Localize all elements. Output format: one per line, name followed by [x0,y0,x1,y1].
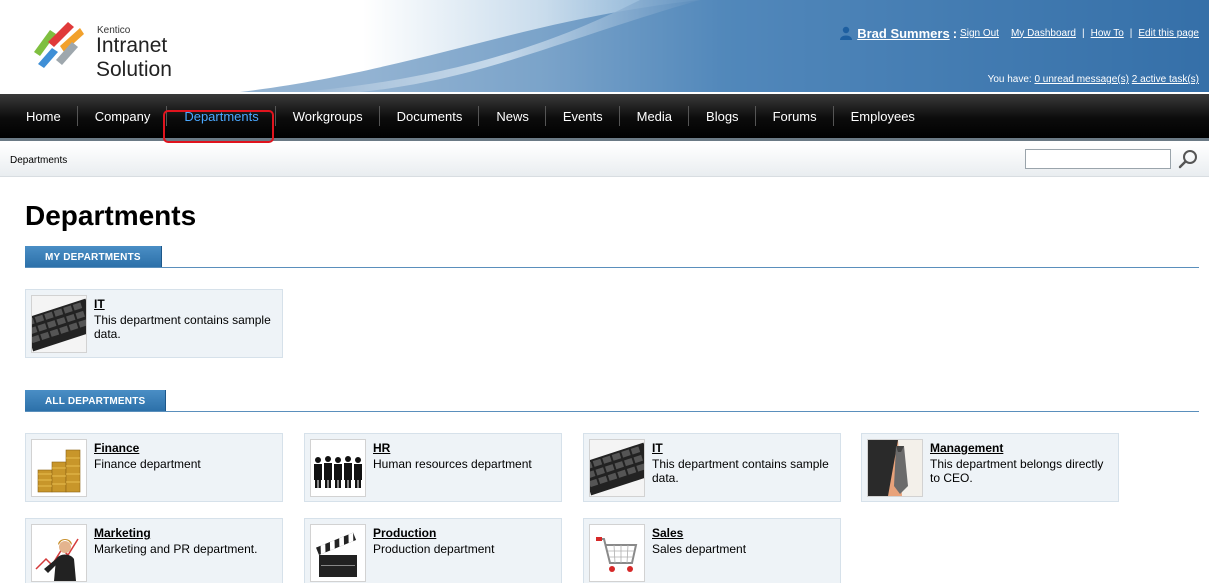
department-link-it[interactable]: IT [94,297,105,311]
department-description: This department contains sample data. [94,313,271,341]
department-description: Production department [373,542,495,556]
section-divider [25,267,1199,268]
logo-icon [34,22,84,68]
header: Kentico Intranet Solution Brad Summers :… [0,0,1209,92]
nav-media[interactable]: Media [620,94,690,138]
my-dashboard-link[interactable]: My Dashboard [1011,28,1076,39]
logo[interactable]: Kentico Intranet Solution [24,12,244,81]
you-have-label: You have: [987,74,1032,85]
tie-icon[interactable] [867,439,923,497]
shopping-cart-icon[interactable] [589,524,645,582]
breadcrumb[interactable]: Departments [10,155,67,166]
section-divider [25,411,1199,412]
department-link-finance[interactable]: Finance [94,441,139,455]
nav-forums[interactable]: Forums [756,94,834,138]
user-name-link[interactable]: Brad Summers [857,26,949,41]
department-link-production[interactable]: Production [373,526,436,540]
people-icon[interactable] [310,439,366,497]
user-icon [840,26,853,40]
nav-employees[interactable]: Employees [834,94,932,138]
nav-company[interactable]: Company [78,94,168,138]
clapperboard-icon[interactable] [310,524,366,582]
unread-messages-link[interactable]: 0 unread message(s) [1034,74,1129,85]
user-bar: Brad Summers : Sign Out My Dashboard | H… [839,24,1199,42]
department-card: Production Production department [304,518,562,583]
department-card: Marketing Marketing and PR department. [25,518,283,583]
nav-documents[interactable]: Documents [380,94,480,138]
separator: | [1082,27,1085,39]
page-title: Departments [25,200,197,231]
department-card: IT This department contains sample data. [25,289,283,358]
nav-workgroups[interactable]: Workgroups [276,94,380,138]
nav-events[interactable]: Events [546,94,620,138]
department-description: Marketing and PR department. [94,542,258,556]
department-description: This department contains sample data. [652,457,829,485]
department-card: IT This department contains sample data. [583,433,841,502]
how-to-link[interactable]: How To [1091,28,1124,39]
department-description: Human resources department [373,457,532,471]
department-card: Sales Sales department [583,518,841,583]
main-nav: Home Company Departments Workgroups Docu… [0,94,1209,141]
department-link-hr[interactable]: HR [373,441,390,455]
keyboard-icon[interactable] [31,295,87,353]
search-input[interactable] [1025,149,1171,169]
edit-page-link[interactable]: Edit this page [1138,28,1199,39]
brand-name: Intranet Solution [96,34,172,81]
department-link-sales[interactable]: Sales [652,526,683,540]
department-description: This department belongs directly to CEO. [930,457,1104,485]
department-card: HR Human resources department [304,433,562,502]
nav-departments[interactable]: Departments [167,94,277,138]
department-link-management[interactable]: Management [930,441,1003,455]
all-departments-tab: ALL DEPARTMENTS [25,390,167,412]
department-link-marketing[interactable]: Marketing [94,526,151,540]
tasks-bar: You have: 0 unread message(s) 2 active t… [988,74,1199,85]
nav-blogs[interactable]: Blogs [689,94,756,138]
my-departments-tab: MY DEPARTMENTS [25,246,162,268]
keyboard-icon[interactable] [589,439,645,497]
colon: : [952,25,958,41]
nav-news[interactable]: News [479,94,546,138]
coins-icon[interactable] [31,439,87,497]
marketing-icon[interactable] [31,524,87,582]
department-description: Sales department [652,542,747,556]
department-card: Finance Finance department [25,433,283,502]
department-description: Finance department [94,457,201,471]
sign-out-link[interactable]: Sign Out [960,28,999,39]
nav-home[interactable]: Home [9,94,78,138]
active-tasks-link[interactable]: 2 active task(s) [1132,74,1199,85]
department-card: Management This department belongs direc… [861,433,1119,502]
department-link-it[interactable]: IT [652,441,663,455]
search-icon[interactable] [1177,148,1199,170]
separator: | [1129,27,1133,39]
